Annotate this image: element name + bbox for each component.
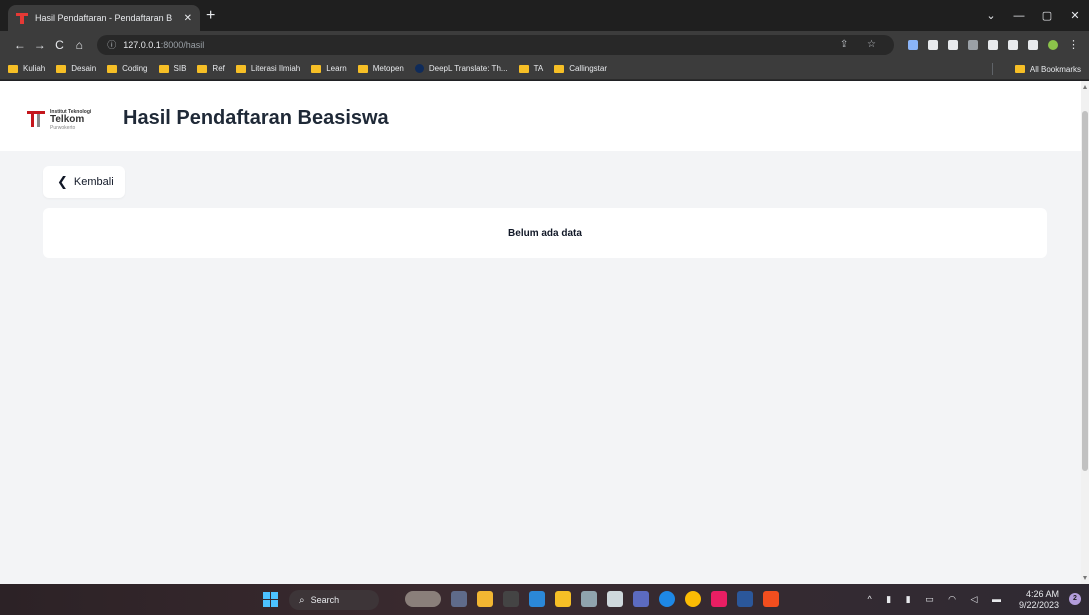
- back-button-label: Kembali: [73, 176, 114, 188]
- bookmark-deepl[interactable]: DeepL Translate: Th...: [414, 64, 508, 73]
- scroll-down-icon[interactable]: [1083, 576, 1087, 580]
- logo-line3: Purwokerto: [50, 125, 76, 131]
- back-arrow-icon[interactable]: ←: [10, 38, 30, 52]
- folder-icon: [197, 64, 208, 73]
- url-host: 127.0.0.1: [123, 39, 161, 50]
- telkom-favicon-icon: [16, 12, 28, 24]
- logo-line2: Telkom: [50, 114, 85, 125]
- home-icon[interactable]: ⌂: [69, 38, 89, 52]
- bookmark-desain[interactable]: Desain: [56, 64, 96, 73]
- deepl-icon: [414, 64, 424, 73]
- bookmark-sib[interactable]: SIB: [158, 64, 186, 73]
- browser-tabstrip: Hasil Pendaftaran - Pendaftaran B ✕ + ⌄ …: [0, 0, 1089, 31]
- minimize-button[interactable]: —: [1005, 10, 1033, 22]
- app-icon[interactable]: [581, 591, 597, 607]
- page-viewport: Institut Teknologi Telkom Purwokerto Has…: [0, 81, 1081, 584]
- window-controls: ⌄ — ▢ ✕: [977, 0, 1089, 31]
- menu-kebab-icon[interactable]: ⋮: [1068, 38, 1079, 51]
- widget-icon[interactable]: [405, 591, 441, 607]
- system-tray: ^ ▮ ▮ ▭ ◠ ◁ ▬ 4:26 AM 9/22/2023: [868, 584, 1059, 615]
- bookmarks-bar: Kuliah Desain Coding SIB Ref Literasi Il…: [0, 58, 1089, 80]
- taskbar-apps: [405, 591, 789, 607]
- extension-icon[interactable]: [968, 39, 979, 50]
- page-scrollbar[interactable]: [1081, 81, 1089, 584]
- tab-close-icon[interactable]: ✕: [184, 13, 192, 24]
- extension-icon[interactable]: [928, 39, 939, 50]
- bookmark-kuliah[interactable]: Kuliah: [8, 64, 45, 73]
- puzzle-icon[interactable]: [988, 39, 999, 50]
- bookmarks-divider: [992, 63, 993, 75]
- tab-title: Hasil Pendaftaran - Pendaftaran B: [35, 13, 173, 23]
- scroll-up-icon[interactable]: [1083, 85, 1087, 89]
- folder-icon: [235, 64, 246, 73]
- folder-icon: [158, 64, 169, 73]
- side-panel-icon[interactable]: [1028, 39, 1039, 50]
- folder-icon: [107, 64, 118, 73]
- forward-arrow-icon[interactable]: →: [30, 38, 50, 52]
- windows-taskbar: ⌕ Search ^ ▮ ▮ ▭ ◠ ◁ ▬ 4:26 AM 9/22/2023…: [0, 584, 1089, 615]
- word-icon[interactable]: [737, 591, 753, 607]
- reload-icon[interactable]: C: [50, 38, 70, 52]
- extensions-area: ⋮: [908, 38, 1079, 51]
- url-path: :8000/hasil: [160, 39, 205, 50]
- results-card: Belum ada data: [43, 208, 1047, 258]
- notepad-icon[interactable]: [633, 591, 649, 607]
- folder-icon: [357, 64, 368, 73]
- bookmark-literasi-ilmiah[interactable]: Literasi Ilmiah: [235, 64, 300, 73]
- vscode-icon[interactable]: [529, 591, 545, 607]
- page-title: Hasil Pendaftaran Beasiswa: [123, 107, 389, 129]
- folder-icon: [518, 64, 529, 73]
- taskbar-search[interactable]: ⌕ Search: [289, 590, 379, 610]
- browser-tab-active[interactable]: Hasil Pendaftaran - Pendaftaran B ✕: [8, 5, 200, 31]
- maximize-button[interactable]: ▢: [1033, 9, 1061, 22]
- notification-badge[interactable]: 2: [1069, 593, 1081, 605]
- all-bookmarks-button[interactable]: All Bookmarks: [1014, 58, 1081, 80]
- bookmark-coding[interactable]: Coding: [107, 64, 148, 73]
- close-window-button[interactable]: ✕: [1061, 9, 1089, 22]
- bookmark-learn[interactable]: Learn: [311, 64, 347, 73]
- tray-icons[interactable]: ^ ▮ ▮ ▭ ◠ ◁ ▬: [868, 594, 1007, 605]
- clock-time: 4:26 AM: [1025, 588, 1059, 599]
- new-tab-button[interactable]: +: [206, 6, 215, 26]
- terminal-icon[interactable]: [607, 591, 623, 607]
- extension-icon[interactable]: [948, 39, 959, 50]
- taskbar-search-label: Search: [310, 595, 340, 605]
- figma-icon[interactable]: [763, 591, 779, 607]
- download-icon[interactable]: [1008, 39, 1019, 50]
- chevron-left-icon: ❮: [57, 174, 68, 189]
- chrome-icon[interactable]: [685, 591, 701, 607]
- bookmark-ref[interactable]: Ref: [197, 64, 225, 73]
- telkom-logo: Institut Teknologi Telkom Purwokerto: [27, 105, 107, 133]
- extension-icon[interactable]: [908, 39, 919, 50]
- sticky-notes-icon[interactable]: [477, 591, 493, 607]
- bookmark-star-icon[interactable]: ⇪ ☆: [840, 39, 884, 50]
- search-icon: ⌕: [299, 594, 305, 606]
- windows-start-icon[interactable]: [263, 592, 278, 607]
- task-view-icon[interactable]: [451, 591, 467, 607]
- bookmark-callingstar[interactable]: Callingstar: [554, 64, 607, 73]
- site-info-icon[interactable]: ⓘ: [107, 38, 116, 51]
- folder-icon: [56, 64, 67, 73]
- bookmark-metopen[interactable]: Metopen: [357, 64, 404, 73]
- app-icon[interactable]: [711, 591, 727, 607]
- address-bar[interactable]: ⓘ 127.0.0.1 :8000/hasil ⇪ ☆: [97, 34, 895, 55]
- folder-icon: [554, 64, 565, 73]
- clock-date: 9/22/2023: [1018, 599, 1059, 610]
- folder-icon: [311, 64, 322, 73]
- telkom-mark-icon: [27, 111, 45, 127]
- empty-state-message: Belum ada data: [508, 227, 582, 239]
- folder-icon: [1014, 65, 1025, 73]
- back-button[interactable]: ❮ Kembali: [43, 166, 125, 198]
- tab-search-icon[interactable]: ⌄: [977, 9, 1005, 22]
- page-header: Institut Teknologi Telkom Purwokerto Has…: [0, 81, 1081, 151]
- taskbar-clock[interactable]: 4:26 AM 9/22/2023: [1019, 589, 1059, 611]
- folder-icon: [8, 64, 18, 73]
- profile-avatar[interactable]: [1048, 39, 1059, 50]
- browser-toolbar: ← → C ⌂ ⓘ 127.0.0.1 :8000/hasil ⇪ ☆ ⋮: [0, 31, 1089, 58]
- file-explorer-icon[interactable]: [555, 591, 571, 607]
- scroll-thumb[interactable]: [1082, 111, 1088, 471]
- bookmark-ta[interactable]: TA: [518, 64, 543, 73]
- edge-icon[interactable]: [659, 591, 675, 607]
- notion-icon[interactable]: [503, 591, 519, 607]
